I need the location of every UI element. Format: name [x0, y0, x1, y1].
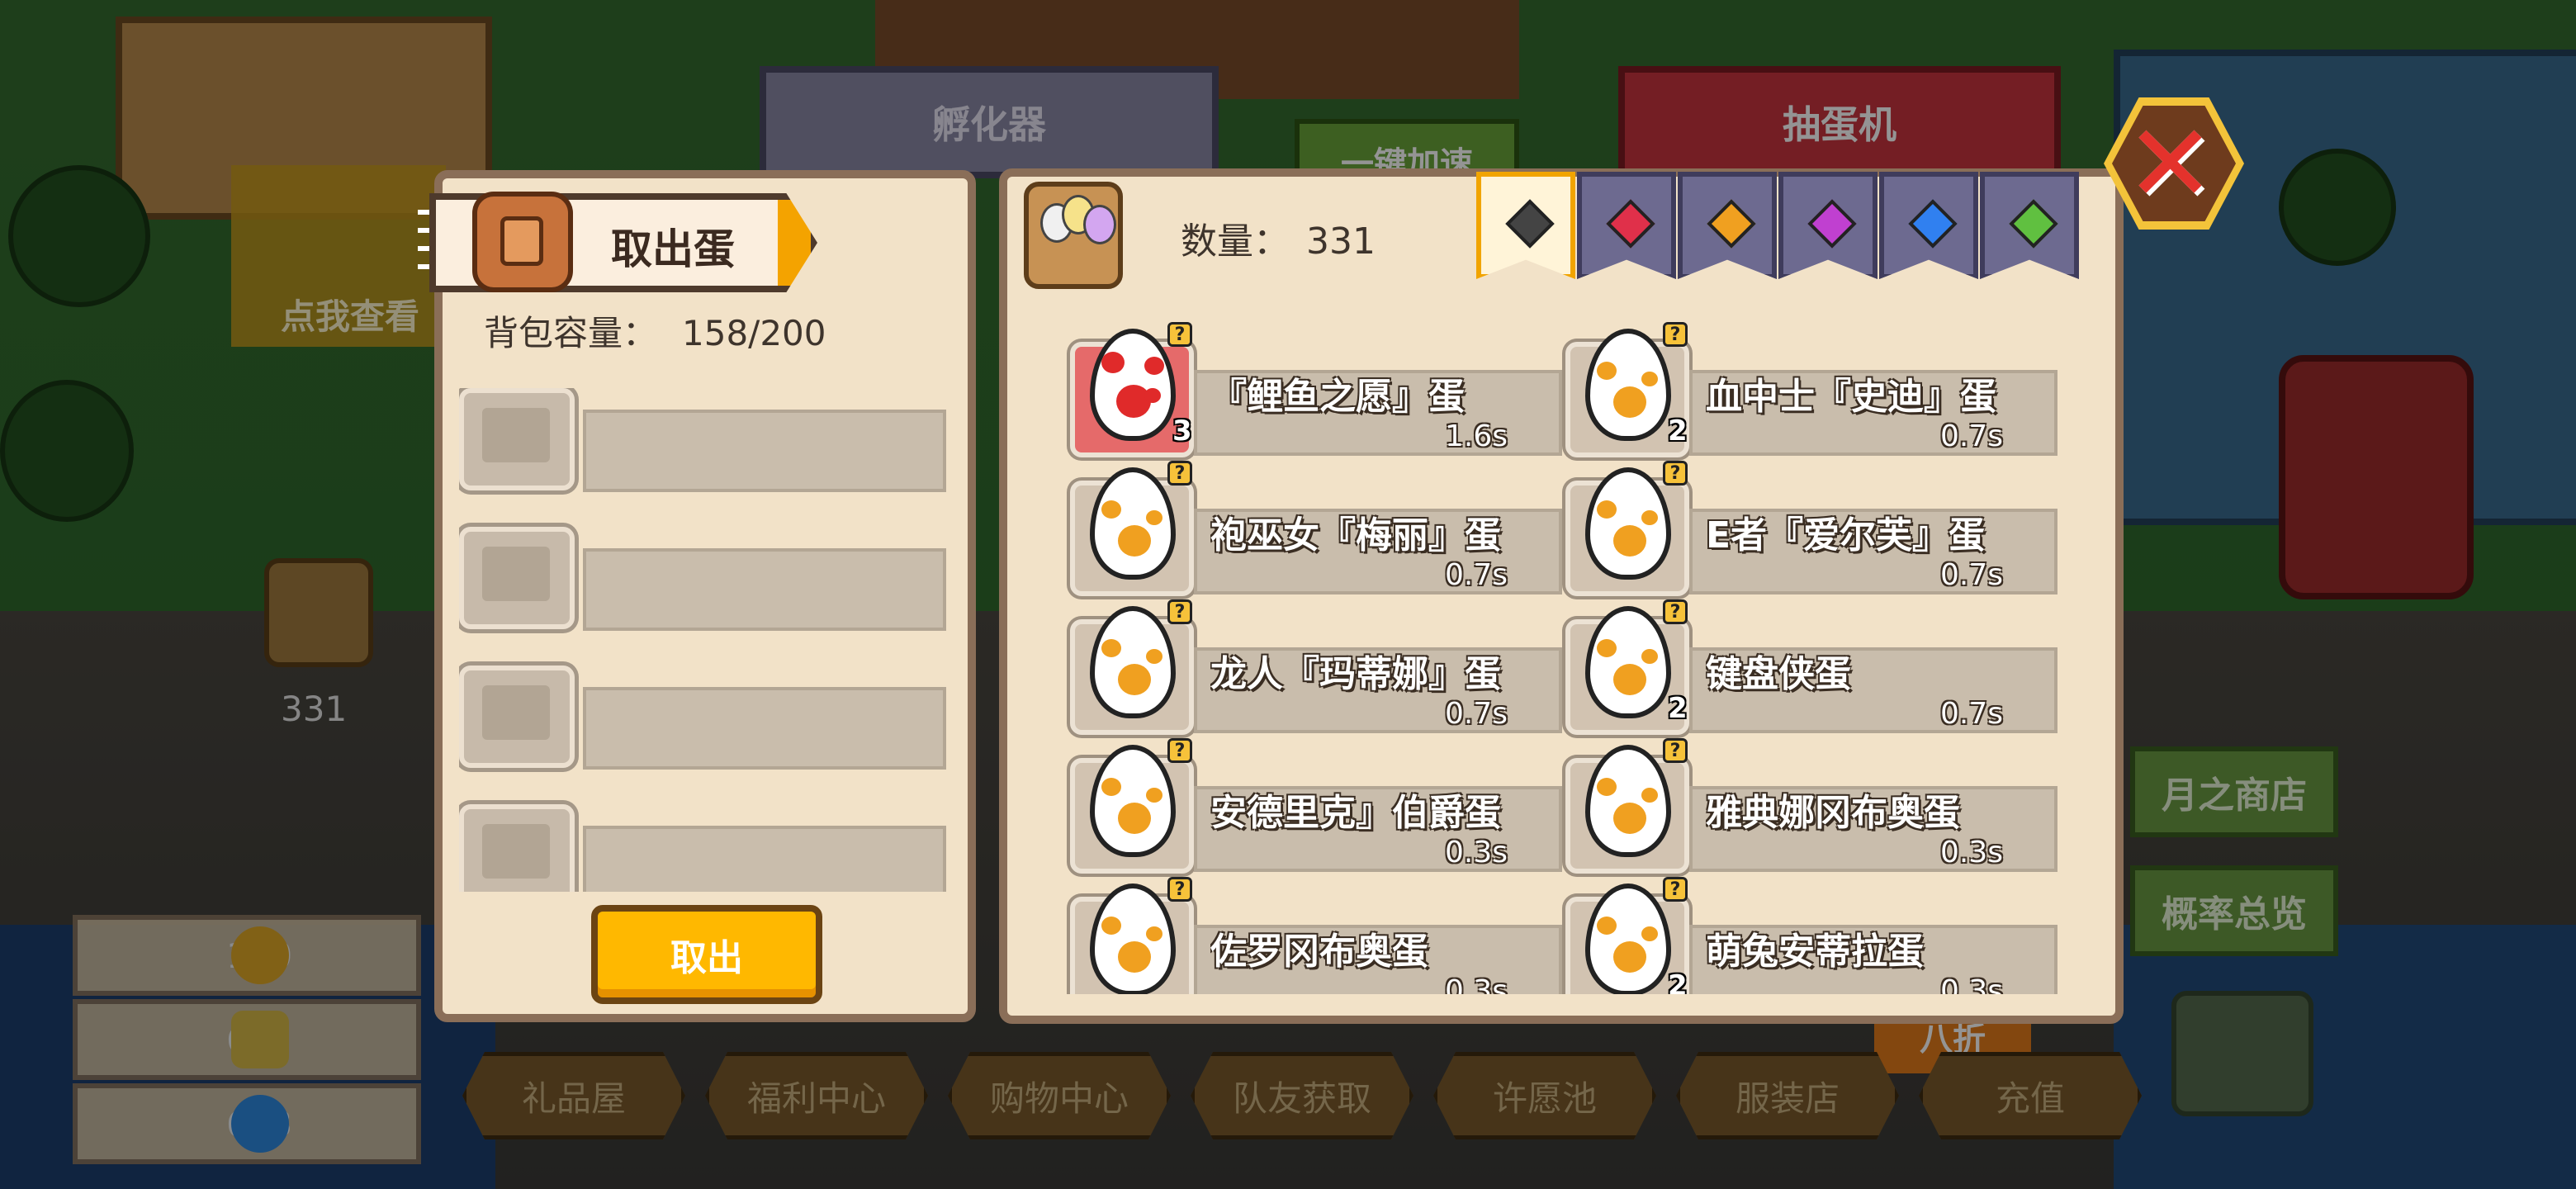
take-out-button[interactable]: 取出 — [591, 905, 822, 1004]
egg-name: 萌兔安蒂拉蛋 — [1706, 931, 1924, 973]
take-out-label: 取出 — [670, 937, 743, 979]
egg-hatch-time: 0.3s — [1939, 836, 2003, 869]
egg-hatch-time: 0.7s — [1444, 558, 1508, 592]
egg-name: 安德里克』伯爵蛋 — [1210, 792, 1501, 834]
egg-name: 袍巫女『梅丽』蛋 — [1210, 514, 1501, 557]
unknown-badge-icon: ? — [1167, 738, 1192, 763]
egg-count: 2 — [1668, 692, 1688, 725]
egg-list-item[interactable]: ? 2 键盘侠蛋 0.7s — [1565, 594, 2061, 735]
egg-list-item[interactable]: ? 2 萌兔安蒂拉蛋 0.3s — [1565, 872, 2061, 994]
unknown-badge-icon: ? — [1663, 877, 1688, 902]
egg-list-item[interactable]: ? 安德里克』伯爵蛋 0.3s — [1070, 733, 1565, 874]
unknown-badge-icon: ? — [1167, 877, 1192, 902]
egg-list-item[interactable]: ? 袍巫女『梅丽』蛋 0.7s — [1070, 456, 1565, 596]
egg-list-item[interactable]: ? 雅典娜冈布奥蛋 0.3s — [1565, 733, 2061, 874]
backpack-slot[interactable] — [459, 388, 954, 495]
capacity-label: 背包容量： — [484, 313, 658, 353]
slot-info-bar — [583, 826, 946, 892]
unknown-badge-icon: ? — [1167, 599, 1192, 624]
egg-name: E者『爱尔芙』蛋 — [1706, 514, 1986, 557]
egg-count: 3 — [1172, 414, 1192, 448]
filter-tab-purple[interactable] — [1778, 172, 1878, 279]
backpack-slot[interactable] — [459, 527, 954, 634]
filter-tab-orange[interactable] — [1678, 172, 1777, 279]
egg-hatch-time: 0.7s — [1939, 419, 2003, 453]
diamond-green-icon — [2009, 199, 2058, 249]
unknown-badge-icon: ? — [1663, 461, 1688, 486]
egg-name: 龙人『玛蒂娜』蛋 — [1210, 653, 1501, 695]
unknown-badge-icon: ? — [1167, 322, 1192, 347]
backpack-title: 取出蛋 — [611, 225, 735, 273]
egg-list-item[interactable]: ? 3 『鲤鱼之愿』蛋 1.6s — [1070, 317, 1565, 457]
unknown-badge-icon: ? — [1167, 461, 1192, 486]
egg-hatch-time: 0.7s — [1939, 697, 2003, 731]
slot-info-bar — [583, 410, 946, 492]
quantity-value: 331 — [1306, 220, 1376, 263]
filter-tab-all[interactable] — [1476, 172, 1575, 279]
egg-list-item[interactable]: ? 龙人『玛蒂娜』蛋 0.7s — [1070, 594, 1565, 735]
diamond-all-icon — [1505, 199, 1555, 249]
slot-info-bar — [583, 548, 946, 631]
rarity-filter-tabs — [1476, 172, 2081, 279]
egg-name: 佐罗冈布奥蛋 — [1210, 931, 1428, 973]
slot-icon-frame — [459, 527, 575, 629]
egg-hatch-time: 1.6s — [1444, 419, 1508, 453]
diamond-orange-icon — [1707, 199, 1756, 249]
backpack-slot-list[interactable] — [459, 388, 954, 892]
egg-count: 2 — [1668, 969, 1688, 994]
close-icon: ✕ — [2125, 101, 2215, 226]
slot-info-bar — [583, 687, 946, 770]
egg-name: 『鲤鱼之愿』蛋 — [1210, 376, 1465, 418]
egg-name: 键盘侠蛋 — [1706, 653, 1851, 695]
filter-tab-blue[interactable] — [1879, 172, 1978, 279]
egg-hatch-time: 0.7s — [1939, 558, 2003, 592]
egg-basket-icon — [1024, 182, 1123, 289]
egg-list-item[interactable]: ? 2 血中士『史迪』蛋 0.7s — [1565, 317, 2061, 457]
quantity-label: 数量： — [1181, 220, 1290, 263]
unknown-badge-icon: ? — [1663, 738, 1688, 763]
slot-icon-frame — [459, 666, 575, 768]
egg-list-item[interactable]: ? 佐罗冈布奥蛋 0.3s — [1070, 872, 1565, 994]
backpack-slot[interactable] — [459, 666, 954, 773]
egg-count: 2 — [1668, 414, 1688, 448]
capacity-value: 158/200 — [682, 313, 826, 353]
egg-list-item[interactable]: ? E者『爱尔芙』蛋 0.7s — [1565, 456, 2061, 596]
close-button[interactable]: ✕ — [2104, 97, 2244, 230]
egg-hatch-time: 0.7s — [1444, 697, 1508, 731]
egg-hatch-time: 0.3s — [1444, 974, 1508, 994]
egg-hatch-time: 0.3s — [1939, 974, 2003, 994]
egg-name: 雅典娜冈布奥蛋 — [1706, 792, 1960, 834]
egg-quantity: 数量： 331 — [1181, 211, 1376, 264]
filter-tab-red[interactable] — [1577, 172, 1676, 279]
slot-icon-frame — [459, 804, 575, 892]
backpack-icon — [472, 192, 573, 292]
egg-hatch-time: 0.3s — [1444, 836, 1508, 869]
diamond-blue-icon — [1908, 199, 1958, 249]
slot-icon-frame — [459, 388, 575, 490]
egg-list[interactable]: ? 3 『鲤鱼之愿』蛋 1.6s ? 2 血中士『史迪』蛋 0.7s ? 袍巫女… — [1062, 317, 2077, 994]
unknown-badge-icon: ? — [1663, 599, 1688, 624]
unknown-badge-icon: ? — [1663, 322, 1688, 347]
filter-tab-green[interactable] — [1980, 172, 2079, 279]
backpack-slot[interactable] — [459, 804, 954, 892]
diamond-purple-icon — [1807, 199, 1857, 249]
diamond-red-icon — [1606, 199, 1655, 249]
egg-name: 血中士『史迪』蛋 — [1706, 376, 1996, 418]
backpack-capacity: 背包容量： 158/200 — [484, 306, 826, 356]
